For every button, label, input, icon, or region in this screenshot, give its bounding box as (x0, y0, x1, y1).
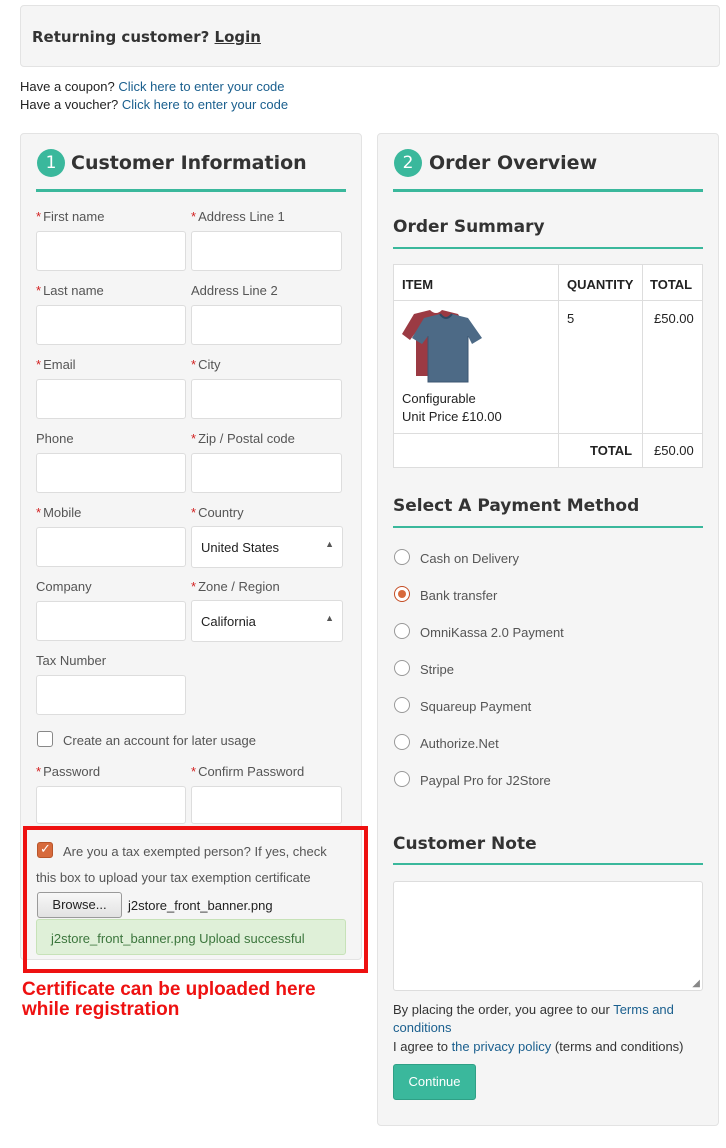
create-account-checkbox[interactable] (37, 731, 53, 747)
continue-button[interactable]: Continue (393, 1064, 476, 1100)
address1-label: * Address Line 1 (191, 209, 285, 224)
customer-note-textarea[interactable]: ◢ (393, 881, 703, 991)
address1-input[interactable] (191, 231, 342, 271)
annotation-highlight-box (23, 826, 368, 973)
tshirt-product-image (402, 310, 482, 383)
email-label: * Email (36, 357, 76, 372)
annotation-line-2: while registration (22, 999, 180, 1020)
login-link[interactable]: Login (215, 28, 261, 46)
last-name-input[interactable] (36, 305, 186, 345)
quantity-header: QUANTITY (567, 277, 634, 292)
payment-radio-authorize-net[interactable] (394, 734, 410, 750)
payment-method-rule (393, 526, 703, 528)
terms-link-continued[interactable]: conditions (393, 1020, 452, 1035)
payment-label-stripe: Stripe (420, 662, 454, 677)
first-name-input[interactable] (36, 231, 186, 271)
caret-up-icon: ▲ (325, 613, 334, 623)
grand-total-value: £50.00 (654, 443, 694, 458)
voucher-link[interactable]: Click here to enter your code (122, 97, 288, 112)
address2-input[interactable] (191, 305, 342, 345)
city-label: * City (191, 357, 221, 372)
zone-selected-value: California (201, 614, 256, 629)
create-account-label: Create an account for later usage (63, 733, 256, 748)
terms-agreement-text: By placing the order, you agree to our T… (393, 1002, 674, 1035)
annotation-line-1: Certificate can be uploaded here (22, 979, 316, 1000)
returning-customer-bar: Returning customer? Login (20, 5, 720, 67)
payment-radio-cash-on-delivery[interactable] (394, 549, 410, 565)
privacy-agreement-text: I agree to the privacy policy (terms and… (393, 1039, 684, 1054)
mobile-input[interactable] (36, 527, 186, 567)
order-summary-rule (393, 247, 703, 249)
returning-customer-text: Returning customer? Login (32, 28, 261, 46)
first-name-label: * First name (36, 209, 105, 224)
country-selected-value: United States (201, 540, 280, 555)
country-select[interactable]: United States ▲ (191, 526, 343, 568)
payment-radio-squareup[interactable] (394, 697, 410, 713)
returning-customer-label: Returning customer? (32, 28, 210, 46)
coupon-line: Have a coupon? Click here to enter your … (20, 79, 285, 94)
zip-label: * Zip / Postal code (191, 431, 295, 446)
tax-number-label: Tax Number (36, 653, 107, 668)
address2-label: Address Line 2 (191, 283, 278, 298)
last-name-label: * Last name (36, 283, 104, 298)
payment-radio-omnikassa[interactable] (394, 623, 410, 639)
order-summary-title: Order Summary (393, 217, 545, 237)
country-label: * Country (191, 505, 244, 520)
payment-label-bank-transfer: Bank transfer (420, 588, 498, 603)
resize-grip-icon[interactable]: ◢ (692, 978, 700, 989)
step-1-badge: 1 (37, 149, 65, 177)
customer-note-title: Customer Note (393, 834, 537, 854)
customer-note-rule (393, 863, 703, 865)
payment-method-title: Select A Payment Method (393, 496, 640, 516)
item-line-total: £50.00 (654, 311, 694, 326)
payment-label-paypal-pro: Paypal Pro for J2Store (420, 773, 551, 788)
terms-link[interactable]: Terms and (613, 1002, 674, 1017)
coupon-label: Have a coupon? (20, 79, 115, 94)
payment-label-authorize-net: Authorize.Net (420, 736, 499, 751)
password-input[interactable] (36, 786, 186, 824)
item-name: Configurable (402, 391, 476, 406)
zip-input[interactable] (191, 453, 342, 493)
mobile-label: * Mobile (36, 505, 82, 520)
customer-title-rule (36, 189, 346, 192)
coupon-link[interactable]: Click here to enter your code (118, 79, 284, 94)
zone-label: * Zone / Region (191, 579, 280, 594)
grand-total-label: TOTAL (590, 443, 633, 458)
total-header: TOTAL (650, 277, 693, 292)
voucher-label: Have a voucher? (20, 97, 119, 112)
zone-select[interactable]: California ▲ (191, 600, 343, 642)
payment-label-cash-on-delivery: Cash on Delivery (420, 551, 519, 566)
voucher-line: Have a voucher? Click here to enter your… (20, 97, 288, 112)
payment-radio-bank-transfer[interactable] (394, 586, 410, 602)
city-input[interactable] (191, 379, 342, 419)
payment-label-omnikassa: OmniKassa 2.0 Payment (420, 625, 564, 640)
privacy-policy-link[interactable]: the privacy policy (452, 1039, 552, 1054)
item-header: ITEM (402, 277, 434, 292)
payment-radio-paypal-pro[interactable] (394, 771, 410, 787)
item-quantity: 5 (567, 311, 575, 326)
tax-number-input[interactable] (36, 675, 186, 715)
annotation-text: Certificate can be uploaded here while r… (22, 980, 316, 1020)
order-overview-title: Order Overview (429, 152, 598, 174)
payment-radio-stripe[interactable] (394, 660, 410, 676)
email-input[interactable] (36, 379, 186, 419)
phone-input[interactable] (36, 453, 186, 493)
password-label: * Password (36, 764, 101, 779)
company-input[interactable] (36, 601, 186, 641)
payment-label-squareup: Squareup Payment (420, 699, 532, 714)
confirm-password-label: * Confirm Password (191, 764, 305, 779)
item-unit-price: Unit Price £10.00 (402, 409, 502, 424)
caret-up-icon: ▲ (325, 539, 334, 549)
order-title-rule (393, 189, 703, 192)
confirm-password-input[interactable] (191, 786, 342, 824)
company-label: Company (36, 579, 92, 594)
phone-label: Phone (36, 431, 74, 446)
step-2-badge: 2 (394, 149, 422, 177)
customer-information-title: Customer Information (71, 152, 307, 174)
